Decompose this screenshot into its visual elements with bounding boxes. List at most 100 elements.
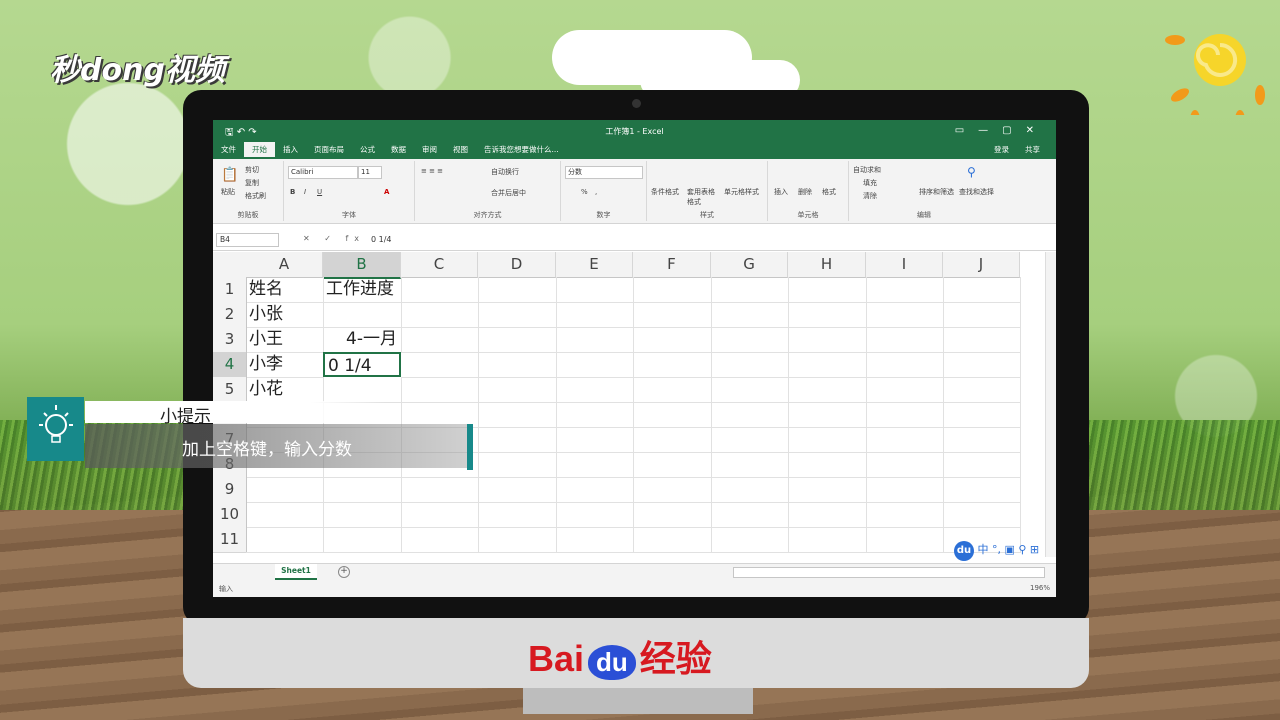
row-header-2[interactable]: 2 xyxy=(213,302,247,328)
cell-e10[interactable] xyxy=(556,502,634,528)
cell-b2[interactable] xyxy=(323,302,402,328)
cell-j1[interactable] xyxy=(943,277,1021,303)
cell-c10[interactable] xyxy=(401,502,479,528)
add-sheet-icon[interactable]: + xyxy=(338,566,350,578)
zoom-level[interactable]: 196% xyxy=(1030,584,1050,592)
cell-h5[interactable] xyxy=(788,377,867,403)
cell-j7[interactable] xyxy=(943,427,1021,453)
cell-f5[interactable] xyxy=(633,377,712,403)
column-header-j[interactable]: J xyxy=(943,252,1020,278)
tab-review[interactable]: 审阅 xyxy=(414,142,445,157)
cell-d3[interactable] xyxy=(478,327,557,353)
cell-f7[interactable] xyxy=(633,427,712,453)
sign-in-link[interactable]: 登录 xyxy=(986,142,1017,157)
cell-h2[interactable] xyxy=(788,302,867,328)
cell-h3[interactable] xyxy=(788,327,867,353)
cell-d2[interactable] xyxy=(478,302,557,328)
cell-g11[interactable] xyxy=(711,527,789,553)
cell-h7[interactable] xyxy=(788,427,867,453)
font-size-select[interactable]: 11 xyxy=(358,166,382,179)
cell-a1[interactable]: 姓名 xyxy=(246,277,324,303)
paste-icon[interactable]: 📋 xyxy=(221,167,238,183)
cell-d1[interactable] xyxy=(478,277,557,303)
cell-e11[interactable] xyxy=(556,527,634,553)
cell-j10[interactable] xyxy=(943,502,1021,528)
merge-center-button[interactable]: 合并后居中 xyxy=(491,188,526,198)
wrap-text-button[interactable]: 自动换行 xyxy=(491,167,519,177)
column-header-d[interactable]: D xyxy=(478,252,556,278)
cell-g6[interactable] xyxy=(711,402,789,428)
cell-a10[interactable] xyxy=(246,502,324,528)
column-header-a[interactable]: A xyxy=(246,252,323,278)
column-header-c[interactable]: C xyxy=(401,252,478,278)
row-header-10[interactable]: 10 xyxy=(213,502,247,528)
cell-g4[interactable] xyxy=(711,352,789,378)
cell-i3[interactable] xyxy=(866,327,944,353)
autosum-button[interactable]: 自动求和 xyxy=(853,165,881,175)
formula-input[interactable]: 0 1/4 xyxy=(371,235,392,244)
column-header-h[interactable]: H xyxy=(788,252,866,278)
cell-g1[interactable] xyxy=(711,277,789,303)
cell-f2[interactable] xyxy=(633,302,712,328)
ime-logo-icon[interactable]: du xyxy=(954,541,974,561)
cell-d11[interactable] xyxy=(478,527,557,553)
tell-me-search[interactable]: 告诉我您想要做什么... xyxy=(476,142,567,157)
italic-button[interactable]: I xyxy=(304,188,306,196)
format-as-table-button[interactable]: 套用表格格式 xyxy=(687,187,717,207)
ime-language[interactable]: 中 xyxy=(978,543,989,556)
column-header-b[interactable]: B xyxy=(323,252,401,279)
cell-e3[interactable] xyxy=(556,327,634,353)
cell-h8[interactable] xyxy=(788,452,867,478)
cell-d8[interactable] xyxy=(478,452,557,478)
vertical-scrollbar[interactable] xyxy=(1045,252,1056,557)
font-color-icon[interactable]: A xyxy=(384,188,389,196)
column-header-f[interactable]: F xyxy=(633,252,711,278)
align-icons[interactable]: ≡ ≡ ≡ xyxy=(421,167,443,175)
cell-f6[interactable] xyxy=(633,402,712,428)
search-icon[interactable]: ⚲ xyxy=(967,165,976,179)
window-controls-icon[interactable]: ▭—▢✕ xyxy=(955,125,1048,136)
paste-button[interactable]: 粘贴 xyxy=(221,187,235,197)
cell-c2[interactable] xyxy=(401,302,479,328)
cell-e5[interactable] xyxy=(556,377,634,403)
ime-toolbar[interactable]: du 中 °, ▣ ⚲ ⊞ xyxy=(954,541,1039,561)
cell-j9[interactable] xyxy=(943,477,1021,503)
format-painter-button[interactable]: 格式刷 xyxy=(245,191,266,201)
cut-button[interactable]: 剪切 xyxy=(245,165,259,175)
tab-home[interactable]: 开始 xyxy=(244,142,275,157)
cell-b3[interactable]: 4-一月 xyxy=(323,327,402,353)
cell-i8[interactable] xyxy=(866,452,944,478)
tab-view[interactable]: 视图 xyxy=(445,142,476,157)
percent-button[interactable]: % xyxy=(581,188,588,196)
tab-page-layout[interactable]: 页面布局 xyxy=(306,142,352,157)
cell-e6[interactable] xyxy=(556,402,634,428)
cell-a9[interactable] xyxy=(246,477,324,503)
row-header-4[interactable]: 4 xyxy=(213,352,247,378)
comma-button[interactable]: , xyxy=(595,188,597,196)
cell-f10[interactable] xyxy=(633,502,712,528)
insert-cells-button[interactable]: 插入 xyxy=(774,187,788,197)
cell-f3[interactable] xyxy=(633,327,712,353)
bold-button[interactable]: B xyxy=(290,188,295,196)
cell-e7[interactable] xyxy=(556,427,634,453)
cell-e9[interactable] xyxy=(556,477,634,503)
cell-f8[interactable] xyxy=(633,452,712,478)
cell-f4[interactable] xyxy=(633,352,712,378)
cell-a11[interactable] xyxy=(246,527,324,553)
number-format-select[interactable]: 分数 xyxy=(565,166,643,179)
cell-j6[interactable] xyxy=(943,402,1021,428)
cell-i10[interactable] xyxy=(866,502,944,528)
column-header-e[interactable]: E xyxy=(556,252,633,278)
cell-h9[interactable] xyxy=(788,477,867,503)
cell-i6[interactable] xyxy=(866,402,944,428)
column-header-g[interactable]: G xyxy=(711,252,788,278)
cell-g2[interactable] xyxy=(711,302,789,328)
share-button[interactable]: 共享 xyxy=(1017,142,1048,157)
row-header-3[interactable]: 3 xyxy=(213,327,247,353)
conditional-format-button[interactable]: 条件格式 xyxy=(651,187,679,197)
sort-filter-button[interactable]: 排序和筛选 xyxy=(919,187,954,197)
delete-cells-button[interactable]: 删除 xyxy=(798,187,812,197)
cell-b1[interactable]: 工作进度 xyxy=(323,277,402,303)
cell-i7[interactable] xyxy=(866,427,944,453)
cell-e1[interactable] xyxy=(556,277,634,303)
